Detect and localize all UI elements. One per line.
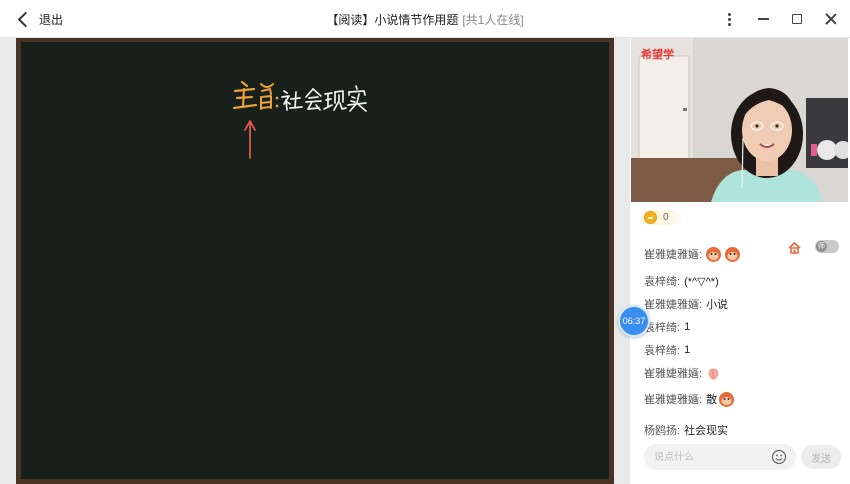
chat-message: 袁梓绮: 1 — [644, 319, 690, 335]
chat-sender: 崔雅婕雅婳: — [644, 249, 703, 261]
chat-sender: 崔雅婕雅婳: — [644, 394, 703, 406]
teacher-only-toggle[interactable]: 师 — [815, 240, 839, 253]
coin-icon — [644, 211, 657, 224]
board-handwriting — [232, 80, 367, 159]
maximize-icon — [792, 14, 802, 24]
more-menu-button[interactable] — [718, 8, 740, 30]
emoji-picker-icon[interactable] — [771, 449, 787, 465]
chat-sender: 崔雅婕雅婳: — [644, 299, 703, 311]
minimize-icon — [757, 18, 769, 20]
chat-message: 杨鸥扬: 社会现实 — [644, 422, 728, 438]
side-panel: 希望学 0 师 崔雅婕雅婳: 袁梓绮: (*^▽^*) 崔雅婕雅婳: 小说 袁梓… — [630, 38, 850, 484]
coin-count: 0 — [663, 212, 669, 223]
chat-message: 袁梓绮: (*^▽^*) — [644, 273, 719, 289]
chat-message: 崔雅婕雅婳: 散 — [644, 389, 735, 409]
maximize-button[interactable] — [786, 8, 808, 30]
teacher-toggle-label: 师 — [816, 241, 827, 252]
chat-input[interactable] — [654, 449, 766, 465]
minimize-button[interactable] — [752, 8, 774, 30]
chat-sender: 杨鸥扬: — [644, 425, 681, 437]
chat-text: 1 — [684, 344, 691, 356]
close-button[interactable] — [820, 8, 842, 30]
chat-input-bar — [644, 444, 796, 470]
peach-emoji-icon — [708, 367, 719, 380]
timer-bubble[interactable]: 06:37 — [618, 305, 650, 337]
chat-message: 袁梓绮: 1 — [644, 342, 690, 358]
chat-message: 崔雅婕雅婳: 小说 — [644, 296, 728, 312]
handwriting-zhu — [232, 80, 258, 110]
online-count: [共1人在线] — [462, 13, 524, 27]
chat-text: 小说 — [706, 299, 729, 311]
chat-sender: 崔雅婕雅婳: — [644, 368, 703, 380]
home-icon[interactable] — [788, 241, 801, 254]
chat-message: 崔雅婕雅婳: — [644, 244, 741, 264]
coin-counter: 0 — [642, 210, 681, 225]
chat-text: 散 — [706, 394, 718, 406]
lesson-title: 【阅读】小说情节作用题 — [326, 13, 459, 27]
teacher-video: 希望学 — [631, 38, 848, 202]
chat-text: 1 — [684, 321, 691, 333]
video-brand: 希望学 — [641, 49, 674, 61]
monkey-emoji-icon — [719, 391, 735, 407]
chat-text: (*^▽^*) — [684, 275, 719, 288]
monkey-emoji-icon — [725, 246, 741, 262]
chat-text: 社会现实 — [684, 425, 729, 437]
blackboard[interactable] — [21, 42, 609, 479]
title-bar: 退出 【阅读】小说情节作用题 [共1人在线] — [0, 0, 850, 38]
send-button[interactable]: 发送 — [801, 445, 841, 469]
chat-tools: 师 — [788, 240, 839, 254]
handwriting-zhi — [260, 83, 274, 110]
chat-message: 崔雅婕雅婳: — [644, 363, 722, 383]
more-vertical-icon — [727, 12, 731, 26]
monkey-emoji-icon — [706, 246, 722, 262]
handwriting-arrow — [244, 120, 256, 159]
blackboard-frame — [16, 38, 614, 484]
teacher-video-frame — [631, 38, 848, 202]
chat-sender: 袁梓绮: — [644, 345, 681, 357]
close-icon — [825, 13, 837, 25]
handwriting-shehuixianshi — [281, 85, 367, 112]
chat-sender: 袁梓绮: — [644, 276, 681, 288]
